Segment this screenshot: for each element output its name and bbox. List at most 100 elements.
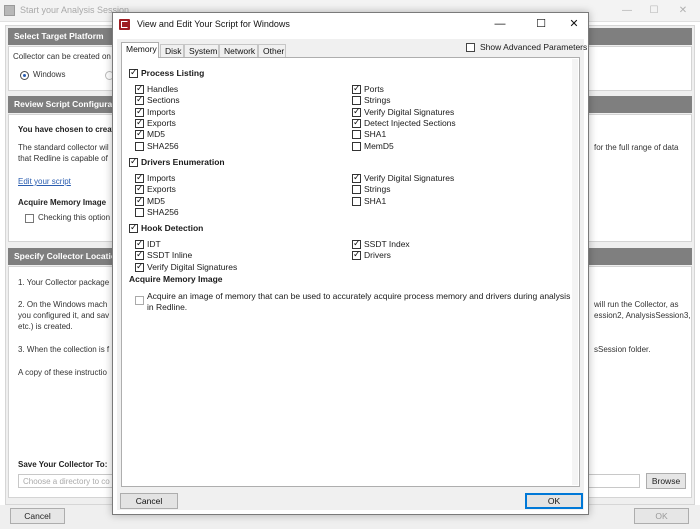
drivers-enumeration-sha256-label: SHA256 <box>147 206 179 217</box>
process-listing-sha1-label: SHA1 <box>364 129 387 140</box>
standard-collector-text-2: that Redline is capable of <box>18 154 108 163</box>
drivers-enumeration-strings-checkbox[interactable] <box>352 185 361 195</box>
app-icon <box>4 5 15 16</box>
copy-instructions-text: A copy of these instructio <box>18 368 107 377</box>
process-listing-verify-digital-signatures-label: Verify Digital Signatures <box>364 106 455 117</box>
tab-disk[interactable]: Disk <box>160 44 184 57</box>
hook-detection-verify-digital-signatures-label: Verify Digital Signatures <box>147 261 238 272</box>
drivers-enumeration-sha1-checkbox[interactable] <box>352 196 361 206</box>
process-listing-memd5-checkbox[interactable] <box>352 141 361 151</box>
acquire-memory-image-checkbox[interactable] <box>135 296 144 305</box>
drivers-enumeration-exports-checkbox[interactable] <box>135 183 144 195</box>
process-listing-sections-checkbox[interactable] <box>135 94 144 106</box>
dialog-title: View and Edit Your Script for Windows <box>137 19 290 29</box>
process-listing-checkbox[interactable] <box>129 67 138 79</box>
drivers-enumeration-imports-label: Imports <box>147 173 176 183</box>
acquire-memory-image-text: Acquire an image of memory that can be u… <box>147 291 571 312</box>
minimize-icon[interactable]: — <box>618 3 636 18</box>
hook-detection-verify-digital-signatures-checkbox[interactable] <box>135 261 144 273</box>
process-listing-detect-injected-sections-label: Detect Injected Sections <box>364 117 456 128</box>
acquire-memory-label: Acquire Memory Image <box>18 198 107 207</box>
hook-detection-idt-label: IDT <box>147 239 161 249</box>
acquire-memory-checkbox[interactable] <box>25 214 34 223</box>
step3-text: 3. When the collection is f <box>18 345 110 354</box>
process-listing-strings-checkbox[interactable] <box>352 96 361 106</box>
process-listing-imports-label: Imports <box>147 106 176 117</box>
browse-button[interactable]: Browse <box>646 473 686 489</box>
drivers-enumeration-label: Drivers Enumeration <box>141 157 225 167</box>
drivers-enumeration-sha1-label: SHA1 <box>364 195 387 206</box>
tab-system[interactable]: System <box>184 44 219 57</box>
windows-radio[interactable] <box>20 71 29 80</box>
drivers-enumeration-verify-digital-signatures-label: Verify Digital Signatures <box>364 173 455 183</box>
tab-other[interactable]: Other <box>258 44 286 57</box>
platform-text: Collector can be created on <box>13 52 111 61</box>
step2-text-2: you configured it, and sav <box>18 311 110 320</box>
dialog-titlebar: View and Edit Your Script for Windows — … <box>113 13 588 37</box>
hook-detection-label: Hook Detection <box>141 223 204 233</box>
drivers-enumeration-exports-label: Exports <box>147 184 176 195</box>
tab-memory[interactable]: Memory <box>121 42 159 58</box>
drivers-enumeration-md5-checkbox[interactable] <box>135 195 144 207</box>
hook-detection-ssdt-index-checkbox[interactable] <box>352 238 361 250</box>
save-collector-label: Save Your Collector To: <box>18 460 108 469</box>
step1-text: 1. Your Collector package <box>18 278 110 287</box>
step2-right-text: will run the Collector, as <box>594 300 679 309</box>
drivers-enumeration-imports-checkbox[interactable] <box>135 172 144 184</box>
dialog-cancel-button[interactable]: Cancel <box>120 493 178 509</box>
process-listing-handles-label: Handles <box>147 84 179 94</box>
process-listing-sha1-checkbox[interactable] <box>352 130 361 140</box>
process-listing-label: Process Listing <box>141 68 205 78</box>
standard-collector-text: The standard collector wil <box>18 143 109 152</box>
hook-detection-ssdt-inline-checkbox[interactable] <box>135 249 144 261</box>
drivers-enumeration-md5-label: MD5 <box>147 195 165 206</box>
process-listing-sections-label: Sections <box>147 95 180 106</box>
hook-detection-checkbox[interactable] <box>129 222 138 234</box>
edit-script-dialog: View and Edit Your Script for Windows — … <box>112 12 589 515</box>
collector-path-placeholder: Choose a directory to co <box>23 477 110 486</box>
process-listing-imports-checkbox[interactable] <box>135 106 144 118</box>
drivers-enumeration-sha256-checkbox[interactable] <box>135 207 144 217</box>
dialog-body: Memory Disk System Network Other Show Ad… <box>117 39 588 510</box>
process-listing-ports-label: Ports <box>364 84 384 94</box>
step2-right-text-2: ession2, AnalysisSession3, <box>594 311 691 320</box>
dialog-close-icon[interactable]: ✕ <box>563 16 585 33</box>
process-listing-verify-digital-signatures-checkbox[interactable] <box>352 106 361 118</box>
tab-network[interactable]: Network <box>219 44 258 57</box>
process-listing-md5-label: MD5 <box>147 129 165 140</box>
close-icon[interactable]: ✕ <box>674 3 692 18</box>
background-cancel-button[interactable]: Cancel <box>10 508 65 524</box>
hook-detection-ssdt-inline-label: SSDT Inline <box>147 250 193 261</box>
edit-script-link[interactable]: Edit your script <box>18 177 71 186</box>
windows-radio-label: Windows <box>33 70 66 79</box>
hook-detection-drivers-label: Drivers <box>364 250 391 261</box>
process-listing-sha256-checkbox[interactable] <box>135 141 144 151</box>
dialog-maximize-icon[interactable]: ☐ <box>530 16 552 33</box>
chosen-text: You have chosen to creat <box>18 125 115 134</box>
show-advanced-checkbox[interactable] <box>466 43 475 52</box>
drivers-enumeration-verify-digital-signatures-checkbox[interactable] <box>352 172 361 184</box>
panel-scrollbar[interactable] <box>572 59 578 485</box>
process-listing-sha256-label: SHA256 <box>147 140 179 151</box>
hook-detection-ssdt-index-label: SSDT Index <box>364 239 410 249</box>
dialog-ok-button[interactable]: OK <box>525 493 583 509</box>
memory-tab-panel: Process Listing HandlesSectionsImportsEx… <box>121 57 580 487</box>
process-listing-strings-label: Strings <box>364 95 391 106</box>
step2-text: 2. On the Windows mach <box>18 300 108 309</box>
process-listing-exports-label: Exports <box>147 117 176 128</box>
show-advanced-label: Show Advanced Parameters <box>480 42 588 52</box>
process-listing-handles-checkbox[interactable] <box>135 83 144 95</box>
process-listing-detect-injected-sections-checkbox[interactable] <box>352 117 361 129</box>
drivers-enumeration-checkbox[interactable] <box>129 156 138 168</box>
dialog-minimize-icon[interactable]: — <box>489 16 511 33</box>
process-listing-md5-checkbox[interactable] <box>135 128 144 140</box>
process-listing-exports-checkbox[interactable] <box>135 117 144 129</box>
process-listing-ports-checkbox[interactable] <box>352 83 361 95</box>
hook-detection-idt-checkbox[interactable] <box>135 238 144 250</box>
background-ok-button[interactable]: OK <box>634 508 689 524</box>
drivers-enumeration-strings-label: Strings <box>364 184 391 195</box>
maximize-icon[interactable]: ☐ <box>645 3 663 18</box>
hook-detection-drivers-checkbox[interactable] <box>352 249 361 261</box>
step3-right-text: sSession folder. <box>594 345 651 354</box>
checking-option-text: Checking this option <box>38 213 111 222</box>
